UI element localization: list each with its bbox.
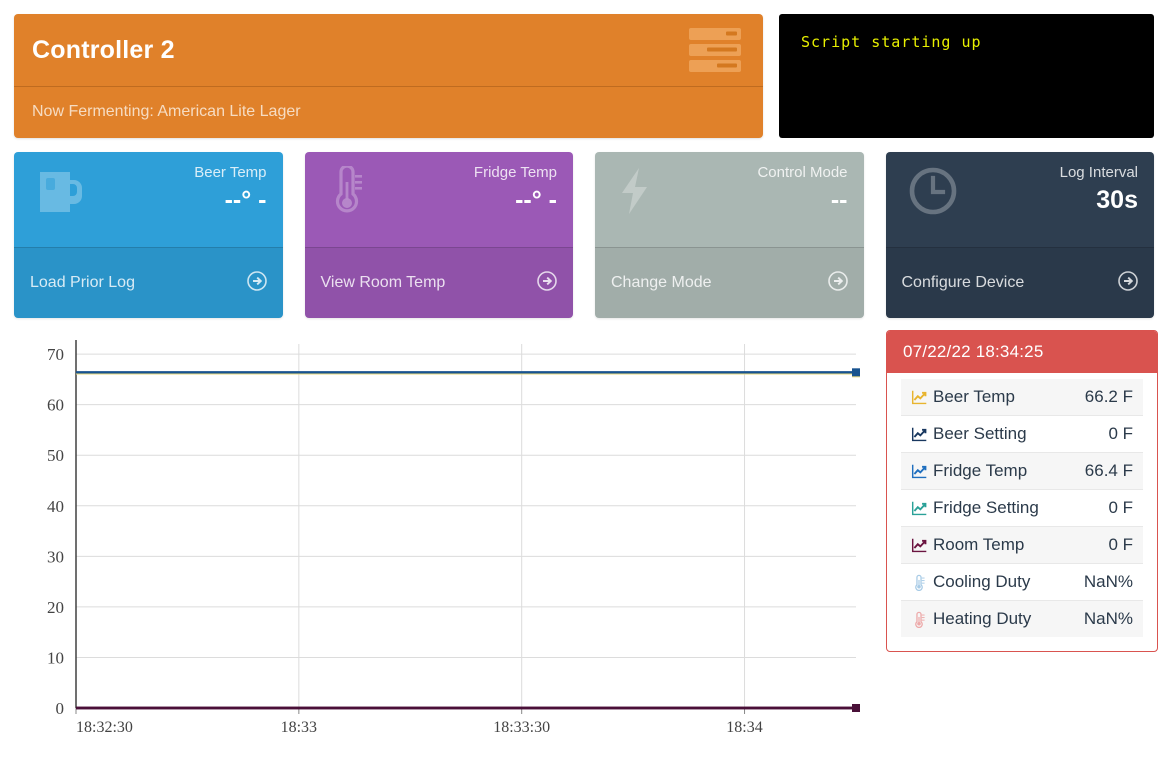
y-axis-tick-label: 70 xyxy=(47,345,64,364)
reading-row-left: Room Temp xyxy=(911,535,1024,555)
dashboard-page: Controller 2 Now Fermenting: American Li… xyxy=(0,0,1168,767)
server-icon[interactable] xyxy=(689,27,741,73)
reading-label: Heating Duty xyxy=(933,609,1032,628)
chart-endpoint-marker xyxy=(852,704,860,712)
reading-value: 66.2 F xyxy=(1084,387,1133,406)
x-axis-tick-label: 18:33:30 xyxy=(493,719,550,736)
reading-row-left: Beer Setting xyxy=(911,424,1027,444)
chart-line-icon xyxy=(911,390,927,404)
card-fridge-temp-footer-label: View Room Temp xyxy=(320,274,446,291)
x-axis-tick-label: 18:34 xyxy=(726,719,762,736)
reading-row-left: Fridge Temp xyxy=(911,461,1027,481)
x-axis-tick-label: 18:32:30 xyxy=(76,719,133,736)
controller-panel: Controller 2 Now Fermenting: American Li… xyxy=(14,14,763,138)
reading-value: 0 F xyxy=(1108,424,1133,443)
card-beer-temp-body: Beer Temp --° - xyxy=(14,152,283,247)
chart-line-icon xyxy=(911,427,927,441)
chart-line-icon xyxy=(911,538,927,552)
info-cards-row: Beer Temp --° - Load Prior Log Fridge Te… xyxy=(0,152,1168,318)
card-fridge-temp-footer[interactable]: View Room Temp xyxy=(304,247,573,318)
reading-value: NaN% xyxy=(1083,572,1133,591)
reading-row[interactable]: Beer Temp 66.2 F xyxy=(901,379,1143,416)
reading-label: Beer Temp xyxy=(933,387,1015,406)
card-log-interval[interactable]: Log Interval 30s Configure Device xyxy=(885,152,1155,318)
arrow-circle-right-icon[interactable] xyxy=(827,270,848,296)
top-row: Controller 2 Now Fermenting: American Li… xyxy=(0,0,1168,152)
reading-row[interactable]: Fridge Temp 66.4 F xyxy=(901,453,1143,490)
reading-value: 66.4 F xyxy=(1084,461,1133,480)
fermenting-status: Now Fermenting: American Lite Lager xyxy=(14,87,763,136)
reading-label: Fridge Temp xyxy=(933,461,1028,480)
reading-value: 0 F xyxy=(1108,535,1133,554)
card-fridge-temp-body: Fridge Temp --° - xyxy=(305,152,574,247)
lightning-bolt-icon xyxy=(617,166,651,221)
readings-list: Beer Temp 66.2 F Beer Setting 0 F Fridge Tem… xyxy=(887,373,1157,651)
arrow-circle-right-icon[interactable] xyxy=(537,270,557,296)
y-axis-tick-label: 50 xyxy=(47,446,64,465)
current-readings-panel: 07/22/22 18:34:25 Beer Temp 66.2 F Beer Se… xyxy=(886,330,1158,652)
lcd-display: Script starting up xyxy=(779,14,1154,138)
chart-line-icon xyxy=(911,501,927,515)
reading-row-left: Cooling Duty xyxy=(911,572,1030,592)
beer-mug-icon xyxy=(36,166,82,221)
controller-header: Controller 2 xyxy=(14,14,763,87)
reading-row[interactable]: Beer Setting 0 F xyxy=(901,416,1143,453)
reading-value: 0 F xyxy=(1108,498,1133,517)
card-fridge-temp[interactable]: Fridge Temp --° - View Room Temp xyxy=(304,152,574,318)
card-control-mode-footer-label: Change Mode xyxy=(611,274,712,291)
lcd-line-1: Script starting up xyxy=(801,33,982,51)
y-axis-tick-label: 20 xyxy=(47,598,64,617)
temperature-chart-svg[interactable]: 0 10 20 30 40 50 60 70 18:32:30 18:33 18:33:30 18:3… xyxy=(14,326,872,740)
reading-row-left: Heating Duty xyxy=(911,609,1031,629)
reading-row[interactable]: Room Temp 0 F xyxy=(901,527,1143,564)
arrow-circle-right-icon[interactable] xyxy=(1118,270,1138,296)
temperature-chart[interactable]: 0 10 20 30 40 50 60 70 18:32:30 18:33 18:33:30 18:3… xyxy=(14,326,872,740)
reading-label: Cooling Duty xyxy=(933,572,1031,591)
y-axis-tick-label: 40 xyxy=(47,497,64,516)
x-axis-tick-label: 18:33 xyxy=(281,719,317,736)
card-beer-temp[interactable]: Beer Temp --° - Load Prior Log xyxy=(14,152,283,318)
y-axis-tick-label: 0 xyxy=(56,699,65,718)
reading-row[interactable]: Fridge Setting 0 F xyxy=(901,490,1143,527)
reading-row-left: Fridge Setting xyxy=(911,498,1039,518)
arrow-circle-right-icon[interactable] xyxy=(246,270,267,296)
reading-label: Beer Setting xyxy=(933,424,1027,443)
card-beer-temp-footer-label: Load Prior Log xyxy=(30,274,135,291)
chart-line-icon xyxy=(911,464,927,478)
thermometer-icon xyxy=(915,574,925,591)
reading-row-left: Beer Temp xyxy=(911,387,1015,407)
thermometer-icon xyxy=(915,611,925,628)
fermenting-status-text: Now Fermenting: American Lite Lager xyxy=(32,102,301,120)
reading-value: NaN% xyxy=(1083,609,1133,628)
card-beer-temp-footer[interactable]: Load Prior Log xyxy=(14,247,283,318)
thermometer-icon xyxy=(327,164,363,221)
page-title: Controller 2 xyxy=(32,35,175,64)
reading-row[interactable]: Cooling Duty NaN% xyxy=(901,564,1143,601)
card-control-mode-body: Control Mode -- xyxy=(595,152,864,247)
y-axis-tick-label: 60 xyxy=(47,396,64,415)
y-axis-tick-label: 10 xyxy=(47,648,64,667)
clock-icon xyxy=(908,166,958,221)
readings-timestamp: 07/22/22 18:34:25 xyxy=(887,331,1157,373)
card-control-mode-footer[interactable]: Change Mode xyxy=(595,247,864,318)
card-log-interval-body: Log Interval 30s xyxy=(886,152,1155,247)
card-log-interval-footer-label: Configure Device xyxy=(901,274,1025,291)
reading-label: Room Temp xyxy=(933,535,1025,554)
reading-label: Fridge Setting xyxy=(933,498,1039,517)
chart-endpoint-marker xyxy=(852,368,860,377)
card-control-mode[interactable]: Control Mode -- Change Mode xyxy=(595,152,864,318)
reading-row[interactable]: Heating Duty NaN% xyxy=(901,601,1143,637)
y-axis-tick-label: 30 xyxy=(47,547,64,566)
card-log-interval-footer[interactable]: Configure Device xyxy=(885,247,1154,318)
